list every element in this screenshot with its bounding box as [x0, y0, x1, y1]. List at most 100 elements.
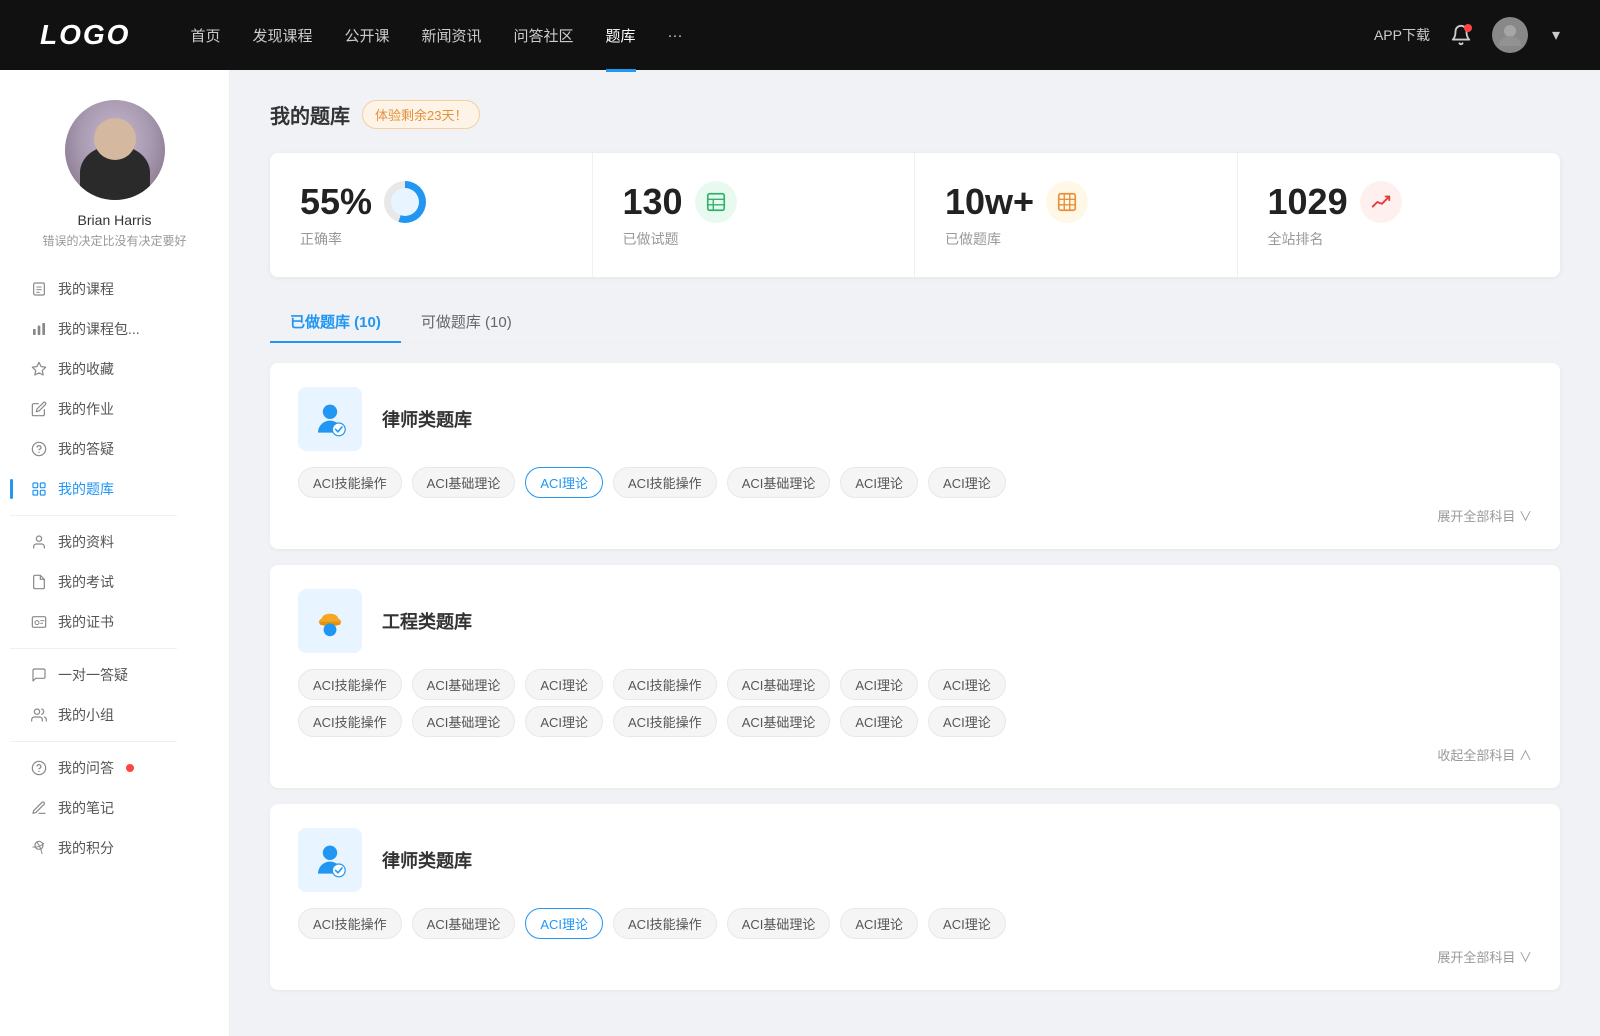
sidebar-item-qa[interactable]: 我的答疑	[10, 429, 219, 469]
nav-item-题库[interactable]: 题库	[606, 21, 636, 50]
profile-name: Brian Harris	[78, 212, 152, 228]
nav-item-新闻资讯[interactable]: 新闻资讯	[422, 21, 482, 50]
stat-number-0: 55%	[300, 181, 372, 223]
nav-item-首页[interactable]: 首页	[190, 21, 220, 50]
sidebar-item-homework[interactable]: 我的作业	[10, 389, 219, 429]
tag-1-r2-2[interactable]: ACI理论	[525, 706, 603, 737]
tab-0[interactable]: 已做题库 (10)	[270, 301, 401, 342]
expand-btn-2[interactable]: 展开全部科目 ∨	[298, 947, 1532, 966]
nav-item-发现课程[interactable]: 发现课程	[252, 21, 312, 50]
tag-2-6[interactable]: ACI理论	[928, 908, 1006, 939]
notification-bell[interactable]	[1450, 24, 1472, 46]
sidebar-divider-6	[10, 515, 177, 516]
sidebar-item-cert[interactable]: 我的证书	[10, 602, 219, 642]
sidebar-item-myqa[interactable]: 我的问答	[10, 748, 219, 788]
tag-0-2[interactable]: ACI理论	[525, 467, 603, 498]
tag-0-0[interactable]: ACI技能操作	[298, 467, 402, 498]
tag-1-6[interactable]: ACI理论	[928, 669, 1006, 700]
tag-0-1[interactable]: ACI基础理论	[412, 467, 516, 498]
stat-item-3: 1029 全站排名	[1238, 153, 1561, 277]
points-icon	[30, 839, 48, 857]
tag-1-5[interactable]: ACI理论	[840, 669, 918, 700]
tag-1-r2-6[interactable]: ACI理论	[928, 706, 1006, 737]
sidebar: Brian Harris 错误的决定比没有决定要好 我的课程我的课程包...我的…	[0, 70, 230, 1036]
tag-1-r2-5[interactable]: ACI理论	[840, 706, 918, 737]
tag-1-r2-1[interactable]: ACI基础理论	[412, 706, 516, 737]
sidebar-item-exam[interactable]: 我的考试	[10, 562, 219, 602]
sidebar-item-course[interactable]: 我的课程	[10, 269, 219, 309]
tag-1-r2-3[interactable]: ACI技能操作	[613, 706, 717, 737]
profile-motto: 错误的决定比没有决定要好	[42, 232, 186, 249]
tag-2-4[interactable]: ACI基础理论	[727, 908, 831, 939]
stat-icon-table-green	[695, 181, 737, 223]
sidebar-label-group: 我的小组	[58, 705, 114, 725]
file-icon	[30, 573, 48, 591]
expand-btn-0[interactable]: 展开全部科目 ∨	[298, 506, 1532, 525]
expand-btn-1[interactable]: 收起全部科目 ∧	[298, 745, 1532, 764]
tag-1-3[interactable]: ACI技能操作	[613, 669, 717, 700]
sidebar-label-myqa: 我的问答	[58, 758, 114, 778]
stat-number-1: 130	[623, 181, 683, 223]
nav-item-公开课[interactable]: 公开课	[344, 21, 389, 50]
sidebar-item-course-pkg[interactable]: 我的课程包...	[10, 309, 219, 349]
sidebar-label-favorites: 我的收藏	[58, 359, 114, 379]
qbank-header-0: 律师类题库	[298, 387, 1532, 451]
tag-2-1[interactable]: ACI基础理论	[412, 908, 516, 939]
tag-2-2[interactable]: ACI理论	[525, 908, 603, 939]
sidebar-item-group[interactable]: 我的小组	[10, 695, 219, 735]
avatar-image	[65, 100, 165, 200]
nav-item-···[interactable]: ···	[668, 23, 683, 48]
tag-1-2[interactable]: ACI理论	[525, 669, 603, 700]
sidebar-item-tutoring[interactable]: 一对一答疑	[10, 655, 219, 695]
question-icon	[30, 440, 48, 458]
stat-number-3: 1029	[1268, 181, 1348, 223]
user-dropdown-arrow[interactable]: ▾	[1552, 25, 1560, 45]
grid-icon	[30, 480, 48, 498]
sidebar-menu: 我的课程我的课程包... 我的收藏我的作业我的答疑我的题库我的资料我的考试我的证书…	[0, 269, 229, 868]
qbank-title-0: 律师类题库	[382, 406, 472, 432]
stat-icon-chart-red	[1360, 181, 1402, 223]
tag-1-1[interactable]: ACI基础理论	[412, 669, 516, 700]
notification-dot	[1464, 24, 1472, 32]
sidebar-label-qa: 我的答疑	[58, 439, 114, 459]
sidebar-divider-11	[10, 741, 177, 742]
stats-grid: 55% 正确率 130 已做试题 10w+	[270, 153, 1560, 277]
sidebar-item-favorites[interactable]: 我的收藏	[10, 349, 219, 389]
topnav: LOGO 首页 发现课程 公开课 新闻资讯 问答社区 题库 ··· APP下载 ▾	[0, 0, 1600, 70]
sidebar-item-points[interactable]: 我的积分	[10, 828, 219, 868]
sidebar-item-notes[interactable]: 我的笔记	[10, 788, 219, 828]
tabs: 已做题库 (10)可做题库 (10)	[270, 301, 1560, 343]
group-icon	[30, 706, 48, 724]
qbank-card-1: 工程类题库 ACI技能操作ACI基础理论ACI理论ACI技能操作ACI基础理论A…	[270, 565, 1560, 788]
tag-2-5[interactable]: ACI理论	[840, 908, 918, 939]
stat-label-2: 已做题库	[945, 229, 1001, 249]
tag-1-r2-0[interactable]: ACI技能操作	[298, 706, 402, 737]
nav-menu: 首页 发现课程 公开课 新闻资讯 问答社区 题库 ···	[190, 21, 1374, 50]
user-avatar[interactable]	[1492, 17, 1528, 53]
tags-row-0-1: ACI技能操作 ACI基础理论 ACI理论 ACI技能操作 ACI基础理论 ACI理论 AC…	[298, 669, 1532, 700]
nav-item-问答社区[interactable]: 问答社区	[514, 21, 574, 50]
tag-1-4[interactable]: ACI基础理论	[727, 669, 831, 700]
tag-2-3[interactable]: ACI技能操作	[613, 908, 717, 939]
tag-2-0[interactable]: ACI技能操作	[298, 908, 402, 939]
tag-1-0[interactable]: ACI技能操作	[298, 669, 402, 700]
logo[interactable]: LOGO	[40, 19, 130, 51]
tag-0-3[interactable]: ACI技能操作	[613, 467, 717, 498]
stat-label-3: 全站排名	[1268, 229, 1324, 249]
notes-icon	[30, 799, 48, 817]
tag-0-5[interactable]: ACI理论	[840, 467, 918, 498]
tag-1-r2-4[interactable]: ACI基础理论	[727, 706, 831, 737]
sidebar-item-profile[interactable]: 我的资料	[10, 522, 219, 562]
tag-0-6[interactable]: ACI理论	[928, 467, 1006, 498]
main-content: 我的题库 体验剩余23天！ 55% 正确率 130 已做试题 10w+	[230, 70, 1600, 1036]
sidebar-item-qbank[interactable]: 我的题库	[10, 469, 219, 509]
tab-1[interactable]: 可做题库 (10)	[401, 301, 532, 342]
qbank-icon-1	[298, 589, 362, 653]
cert-icon	[30, 613, 48, 631]
app-download-link[interactable]: APP下载	[1374, 25, 1430, 45]
topnav-right: APP下载 ▾	[1374, 17, 1560, 53]
page-header: 我的题库 体验剩余23天！	[270, 100, 1560, 129]
stat-number-2: 10w+	[945, 181, 1034, 223]
sidebar-label-qbank: 我的题库	[58, 479, 114, 499]
tag-0-4[interactable]: ACI基础理论	[727, 467, 831, 498]
